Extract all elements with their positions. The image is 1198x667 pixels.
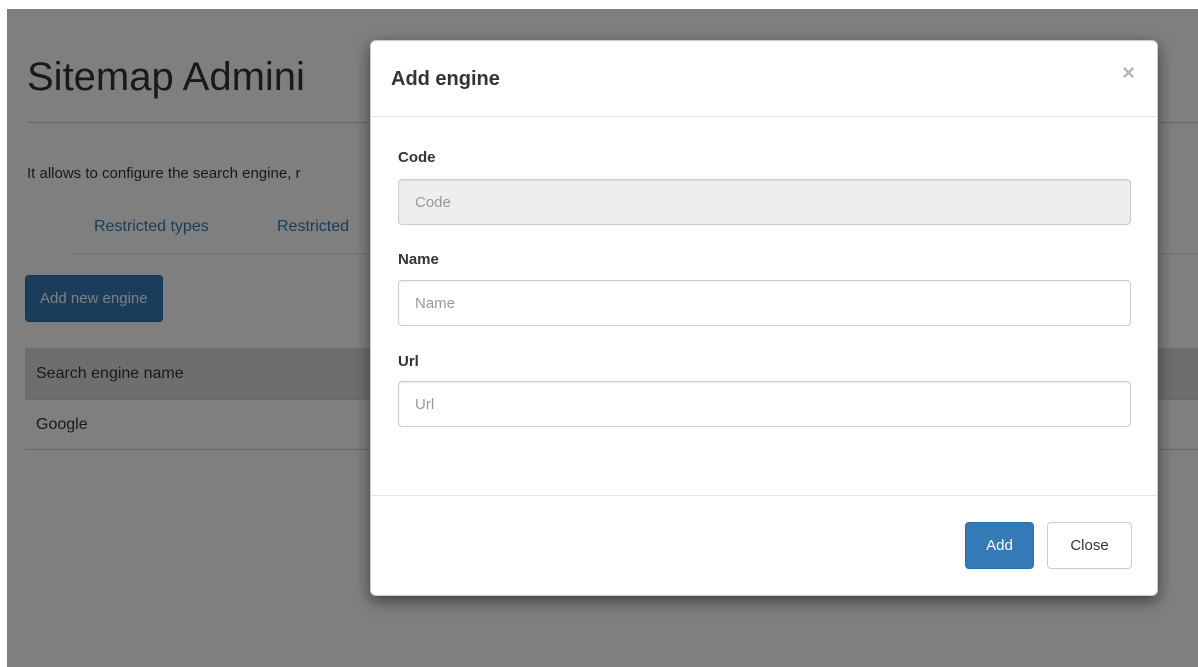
code-label: Code [398,149,436,166]
code-field[interactable] [398,179,1131,225]
add-button[interactable]: Add [965,522,1034,569]
modal-title: Add engine [391,68,500,90]
url-label: Url [398,353,419,370]
name-label: Name [398,251,439,268]
close-button[interactable]: Close [1047,522,1132,569]
add-engine-modal: Add engine × Code Name Url Add Close [370,40,1158,596]
page-margin-top-overlay [0,0,1198,9]
name-field[interactable] [398,280,1131,326]
page-margin-left-overlay [0,0,7,667]
modal-footer-divider [371,495,1157,496]
modal-header: Add engine × [371,41,1157,117]
url-field[interactable] [398,381,1131,427]
close-icon[interactable]: × [1122,62,1135,84]
